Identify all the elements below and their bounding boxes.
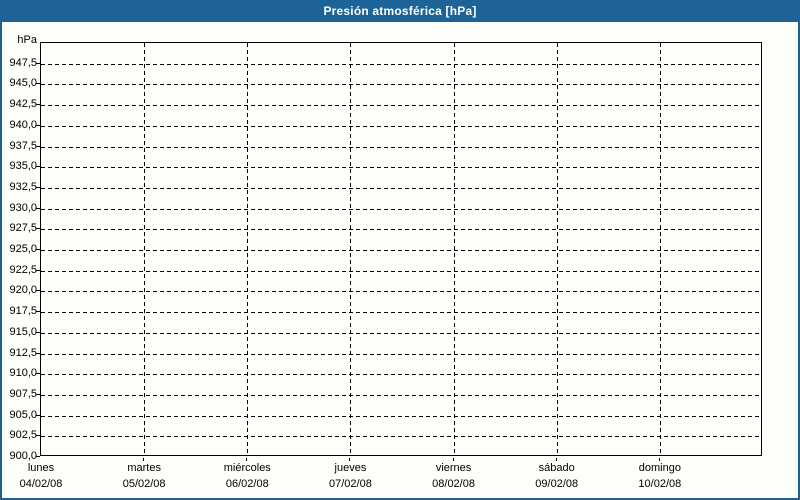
day-name: martes (127, 462, 161, 474)
y-tick-label: 947,5 (9, 56, 37, 69)
y-tick-label: 920,0 (9, 284, 37, 297)
x-tick-label: jueves 07/02/08 (329, 460, 372, 492)
y-gridline (41, 167, 761, 169)
day-name: domingo (638, 462, 681, 474)
y-tick-label: 905,0 (9, 408, 37, 421)
y-gridline (41, 353, 761, 355)
day-name: sábado (538, 462, 575, 474)
y-tick-label: 922,5 (9, 263, 37, 276)
y-tick-label: 935,0 (9, 160, 37, 173)
day-name: jueves (334, 462, 367, 474)
y-gridline (41, 312, 761, 314)
day-date: 09/02/08 (535, 478, 579, 490)
y-gridline (41, 415, 761, 417)
chart-title: Presión atmosférica [hPa] (323, 4, 477, 18)
x-tick-label: sábado 09/02/08 (535, 460, 578, 492)
x-gridline (556, 43, 558, 455)
x-tick-label: viernes 08/02/08 (432, 460, 475, 492)
y-tick-label: 932,5 (9, 180, 37, 193)
y-gridline (41, 187, 761, 189)
x-tick-label: lunes 04/02/08 (20, 460, 63, 492)
x-tick-label: domingo 10/02/08 (638, 460, 681, 492)
y-gridline (41, 105, 761, 107)
x-gridline (350, 43, 352, 455)
y-tick-label: 907,5 (9, 387, 37, 400)
y-tick-label: 937,5 (9, 139, 37, 152)
y-gridline (41, 146, 761, 148)
y-tick-label: 925,0 (9, 243, 37, 255)
y-gridline (41, 125, 761, 127)
y-tick-label: 930,0 (9, 201, 37, 214)
y-gridline (41, 84, 761, 86)
y-gridline (41, 291, 761, 293)
y-gridline (41, 374, 761, 376)
day-date: 08/02/08 (432, 478, 475, 490)
day-date: 10/02/08 (638, 478, 682, 490)
y-gridline (41, 63, 761, 65)
day-date: 05/02/08 (122, 478, 166, 490)
day-date: 07/02/08 (329, 478, 372, 490)
window-titlebar: Presión atmosférica [hPa] (2, 0, 798, 22)
y-tick-label: 910,0 (9, 367, 37, 380)
y-tick-label: 927,5 (9, 222, 37, 235)
y-tick-label: 917,5 (9, 305, 37, 318)
y-gridline (41, 394, 761, 396)
y-tick-label: 915,0 (9, 325, 37, 338)
chart-window: Presión atmosférica [hPa] hPa 947,5 945,0… (0, 0, 800, 500)
y-gridline (41, 250, 761, 251)
y-tick-label: 912,5 (9, 346, 37, 359)
day-name: viernes (435, 462, 472, 474)
y-tick-label: 942,5 (9, 98, 37, 111)
y-gridline (41, 436, 761, 438)
x-tick-label: martes 05/02/08 (123, 460, 166, 492)
y-gridline (41, 208, 761, 210)
x-gridline (144, 43, 146, 455)
x-gridline (659, 43, 661, 455)
plot-area (40, 42, 762, 456)
day-name: miércoles (223, 462, 271, 474)
y-gridline (41, 332, 761, 334)
x-gridline (453, 43, 455, 455)
day-name: lunes (27, 462, 55, 474)
y-tick-label: 940,0 (9, 118, 37, 131)
chart-canvas: hPa 947,5 945,0 942,5 940,0 937,5 935,0 932,5 9… (2, 22, 798, 498)
day-date: 06/02/08 (225, 478, 269, 490)
y-gridline (41, 229, 761, 231)
y-tick-label: 902,5 (9, 429, 37, 442)
y-axis-unit-label: hPa (17, 34, 37, 46)
y-tick-label: 945,0 (9, 77, 37, 90)
x-tick-label: miércoles 06/02/08 (224, 460, 271, 492)
x-gridline (247, 43, 249, 455)
day-date: 04/02/08 (19, 478, 63, 490)
y-gridline (41, 270, 761, 272)
